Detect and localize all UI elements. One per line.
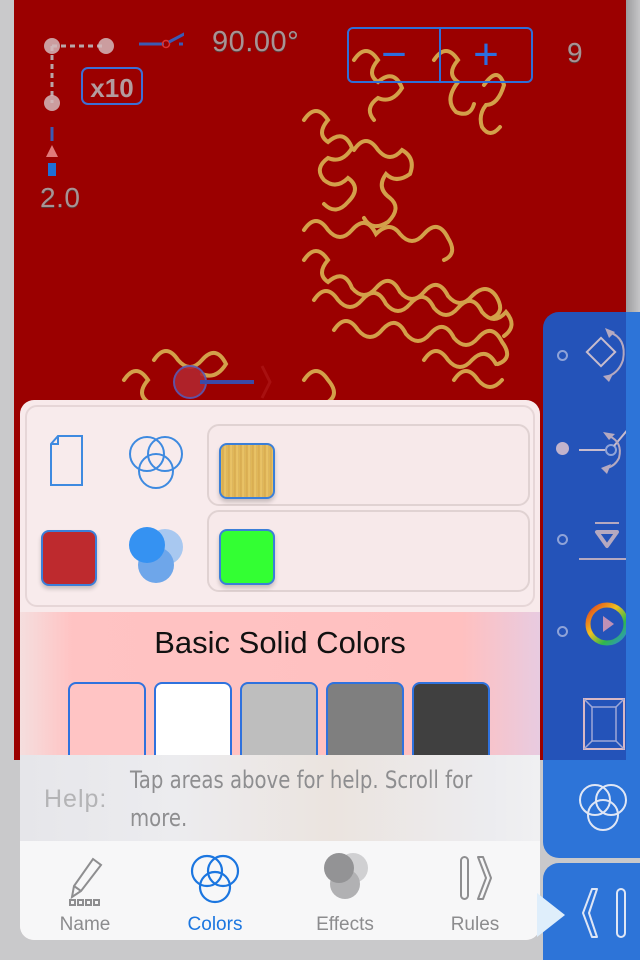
toolbar-edge <box>626 312 640 760</box>
selection-dot <box>556 442 569 455</box>
multiplier-badge[interactable]: x10 <box>81 67 143 105</box>
green-swatch[interactable] <box>219 529 275 585</box>
tab-name[interactable]: Name <box>20 841 150 940</box>
tab-bar: Name Colors Effects Rules <box>20 841 540 940</box>
angle-readout: 90.00° <box>212 26 300 58</box>
background-color-swatch[interactable] <box>41 530 97 586</box>
scale-readout: 2.0 <box>40 182 81 213</box>
tab-label: Effects <box>316 914 374 935</box>
depth-stepper[interactable]: − + <box>347 27 533 83</box>
section-title: Basic Solid Colors <box>154 625 406 660</box>
overlapping-circles-icon <box>324 853 368 899</box>
selection-dot <box>557 350 568 361</box>
tab-label: Name <box>59 914 111 935</box>
line-color-slot[interactable] <box>207 424 530 506</box>
tab-label: Rules <box>450 914 500 935</box>
help-text: Tap areas above for help. Scroll for mor… <box>130 766 473 832</box>
colors-toggle-button[interactable] <box>543 760 640 858</box>
tab-colors[interactable]: Colors <box>150 841 280 940</box>
selection-dot <box>557 626 568 637</box>
fill-color-slot[interactable] <box>207 510 530 592</box>
chevron-bracket-icon <box>582 888 626 938</box>
help-bar: Help: Tap areas above for help. Scroll f… <box>20 755 540 846</box>
help-label: Help: <box>44 785 108 813</box>
three-circles-outline-icon[interactable] <box>125 432 189 496</box>
colors-panel: Basic Solid Colors Help: Tap areas above… <box>20 400 540 940</box>
three-circles-icon <box>579 784 627 831</box>
tab-rules[interactable]: Rules <box>410 841 540 940</box>
right-edge <box>626 0 640 312</box>
active-panel-pointer <box>537 893 565 937</box>
depth-readout: 9 <box>567 37 584 68</box>
scale-slider-icon[interactable] <box>42 125 62 181</box>
blank-page-icon[interactable] <box>49 434 89 490</box>
tab-effects[interactable]: Effects <box>280 841 410 940</box>
bracket-chevron-icon <box>460 856 492 900</box>
decrement-button[interactable]: − <box>349 29 439 81</box>
frame-icon <box>583 698 625 750</box>
color-settings-card <box>25 405 535 607</box>
increment-button[interactable]: + <box>439 29 531 81</box>
gold-texture-swatch[interactable] <box>219 443 275 499</box>
tab-label: Colors <box>187 914 243 935</box>
pencil-icon <box>69 857 103 906</box>
three-circles-filled-icon[interactable] <box>125 527 189 591</box>
selection-dot <box>557 534 568 545</box>
three-circles-icon <box>190 854 240 904</box>
basic-solid-colors-section: Basic Solid Colors <box>20 612 540 772</box>
